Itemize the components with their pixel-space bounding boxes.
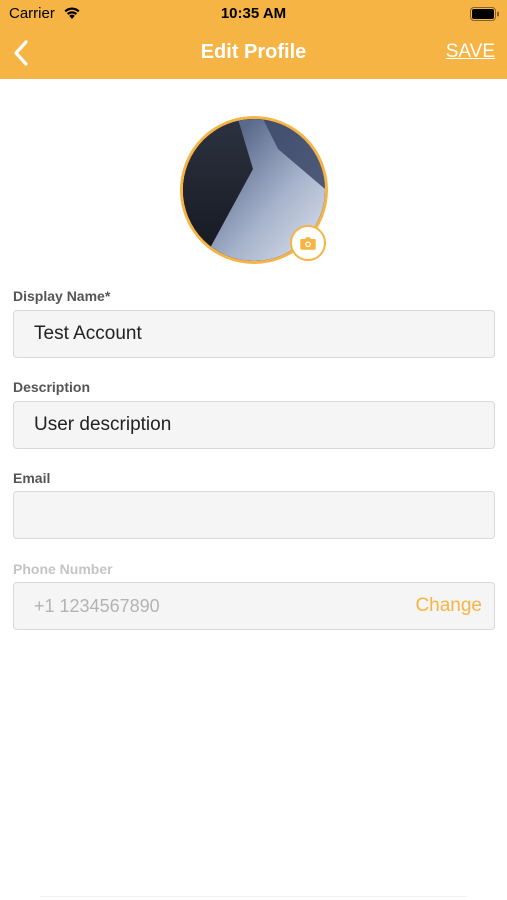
email-field: [13, 491, 495, 539]
change-phone-button[interactable]: Change: [415, 595, 482, 617]
phone-number-label: Phone Number: [13, 561, 113, 577]
app-header: Carrier 10:35 AM Edit Profile SAVE: [0, 0, 507, 79]
email-input[interactable]: [14, 492, 494, 538]
description-input[interactable]: [14, 402, 494, 448]
phone-number-value: +1 1234567890: [34, 596, 160, 616]
description-label: Description: [13, 379, 91, 395]
page-title: Edit Profile: [200, 41, 307, 63]
save-button[interactable]: SAVE: [446, 41, 495, 63]
display-name-label: Display Name*: [13, 288, 111, 304]
phone-number-field: +1 1234567890 Change: [13, 582, 495, 630]
status-bar: Carrier 10:35 AM: [0, 0, 507, 28]
display-name-field: [13, 310, 495, 358]
battery-icon: [470, 7, 499, 21]
profile-avatar-section: [180, 116, 328, 264]
email-label: Email: [13, 470, 51, 486]
bottom-divider: [40, 896, 467, 897]
camera-icon: [300, 236, 316, 250]
change-photo-button[interactable]: [290, 225, 326, 261]
description-field: [13, 401, 495, 449]
display-name-input[interactable]: [14, 311, 494, 357]
status-time: 10:35 AM: [220, 5, 287, 22]
navigation-bar: Edit Profile SAVE: [0, 28, 507, 79]
